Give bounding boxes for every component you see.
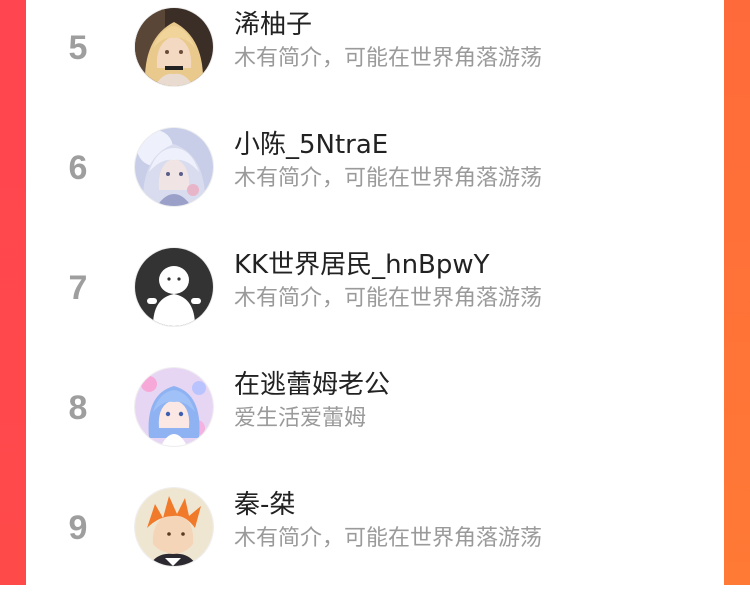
right-gradient-edge — [724, 0, 750, 585]
user-name[interactable]: 在逃蕾姆老公 — [234, 368, 390, 402]
ranking-row[interactable]: 7 KK世界居民_hnBpwY 木有简介，可能在世界角落游荡 — [26, 238, 724, 358]
user-bio: 木有简介，可能在世界角落游荡 — [234, 286, 543, 311]
anime-blonde-girl-avatar[interactable] — [135, 8, 213, 86]
user-name[interactable]: 浠柚子 — [234, 8, 312, 42]
rank-number: 7 — [68, 269, 88, 307]
user-bio: 木有简介，可能在世界角落游荡 — [234, 166, 543, 191]
user-name[interactable]: KK世界居民_hnBpwY — [234, 248, 490, 282]
ranking-row[interactable]: 6 小陈_5NtraE 木有简介，可能在世界角落游荡 — [26, 118, 724, 238]
anime-silver-hair-avatar[interactable] — [135, 128, 213, 206]
ranking-row[interactable]: 9 秦-桀 木有简介，可能在世界角落游荡 — [26, 478, 724, 598]
user-name[interactable]: 秦-桀 — [234, 488, 295, 522]
user-name[interactable]: 小陈_5NtraE — [234, 128, 388, 162]
user-bio: 爱生活爱蕾姆 — [234, 406, 367, 431]
rank-number: 5 — [68, 29, 88, 67]
user-bio: 木有简介，可能在世界角落游荡 — [234, 526, 543, 551]
anime-orange-hair-boy-avatar[interactable] — [135, 488, 213, 566]
rank-number: 6 — [68, 149, 88, 187]
ranking-row[interactable]: 5 浠柚子 木有简介，可能在世界角落游荡 — [26, 0, 724, 118]
left-gradient-edge — [0, 0, 26, 585]
ranking-list: 5 浠柚子 木有简介，可能在世界角落游荡 6 小陈_5NtraE 木有简介，可能… — [26, 0, 724, 585]
ranking-row[interactable]: 8 在逃蕾姆老公 爱生活爱蕾姆 — [26, 358, 724, 478]
rank-number: 8 — [68, 389, 88, 427]
default-white-figure-avatar[interactable] — [135, 248, 213, 326]
user-bio: 木有简介，可能在世界角落游荡 — [234, 46, 543, 71]
rank-number: 9 — [68, 509, 88, 547]
anime-rem-avatar[interactable] — [135, 368, 213, 446]
